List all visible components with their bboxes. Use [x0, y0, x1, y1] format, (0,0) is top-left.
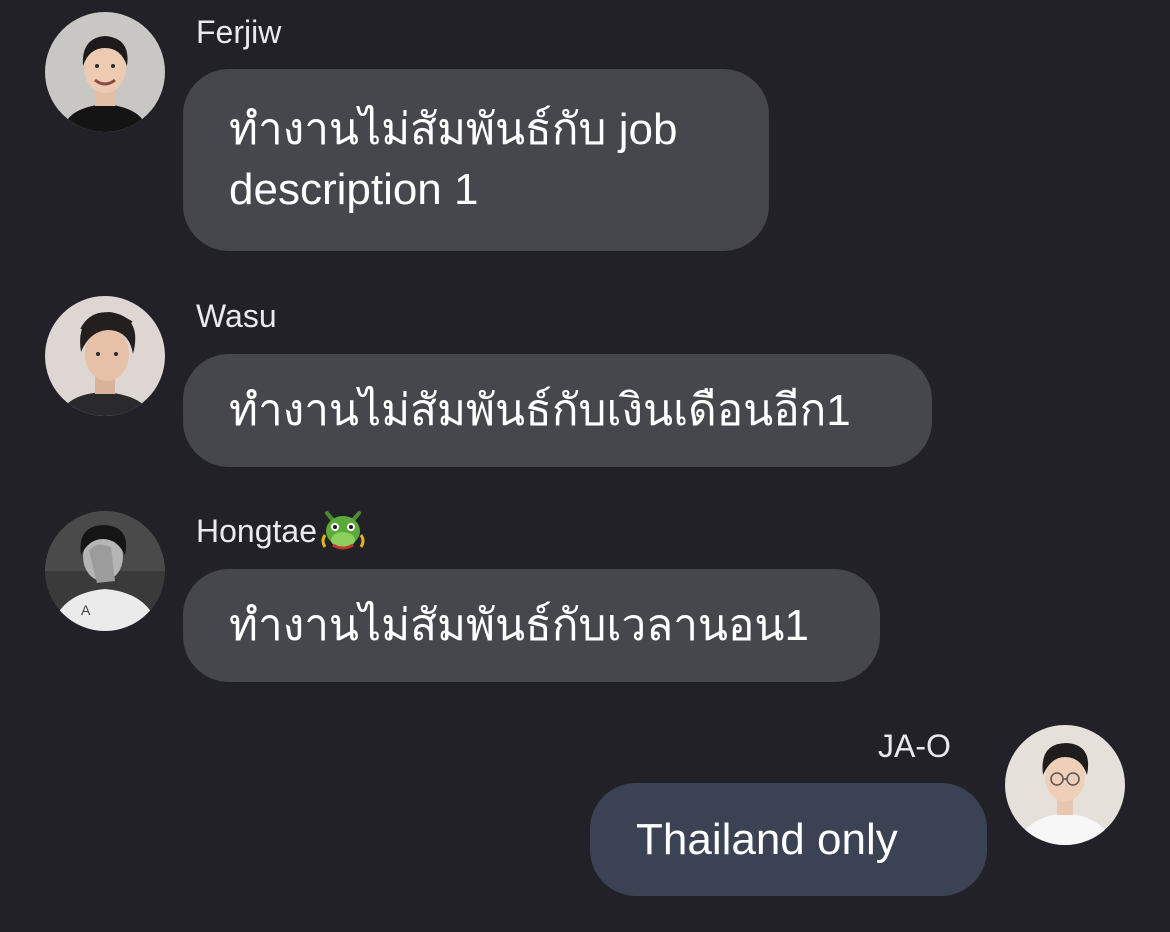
message-text: Thailand only — [636, 814, 898, 864]
message-bubble[interactable]: Thailand only — [590, 783, 987, 896]
message-text: ทำงานไม่สัมพันธ์กับเวลานอน1 — [229, 600, 809, 650]
message-bubble[interactable]: ทำงานไม่สัมพันธ์กับเวลานอน1 — [183, 569, 880, 682]
avatar-wasu[interactable] — [45, 296, 165, 416]
message-text: ทำงานไม่สัมพันธ์กับ job description 1 — [229, 105, 678, 214]
avatar-ja-o[interactable] — [1005, 725, 1125, 845]
sender-name: Ferjiw — [196, 14, 282, 50]
message-text: ทำงานไม่สัมพันธ์กับเงินเดือนอีก1 — [229, 385, 851, 435]
sender-name: JA-O — [878, 728, 951, 764]
sender-name: Wasu — [196, 298, 277, 334]
dragon-face-emoji — [321, 510, 365, 550]
message-bubble[interactable]: ทำงานไม่สัมพันธ์กับเงินเดือนอีก1 — [183, 354, 932, 467]
message-bubble[interactable]: ทำงานไม่สัมพันธ์กับ job description 1 — [183, 69, 769, 251]
svg-text:A: A — [81, 602, 91, 618]
avatar-ferjiw[interactable] — [45, 12, 165, 132]
sender-name: Hongtae — [196, 510, 367, 553]
avatar-hongtae[interactable]: A — [45, 511, 165, 631]
